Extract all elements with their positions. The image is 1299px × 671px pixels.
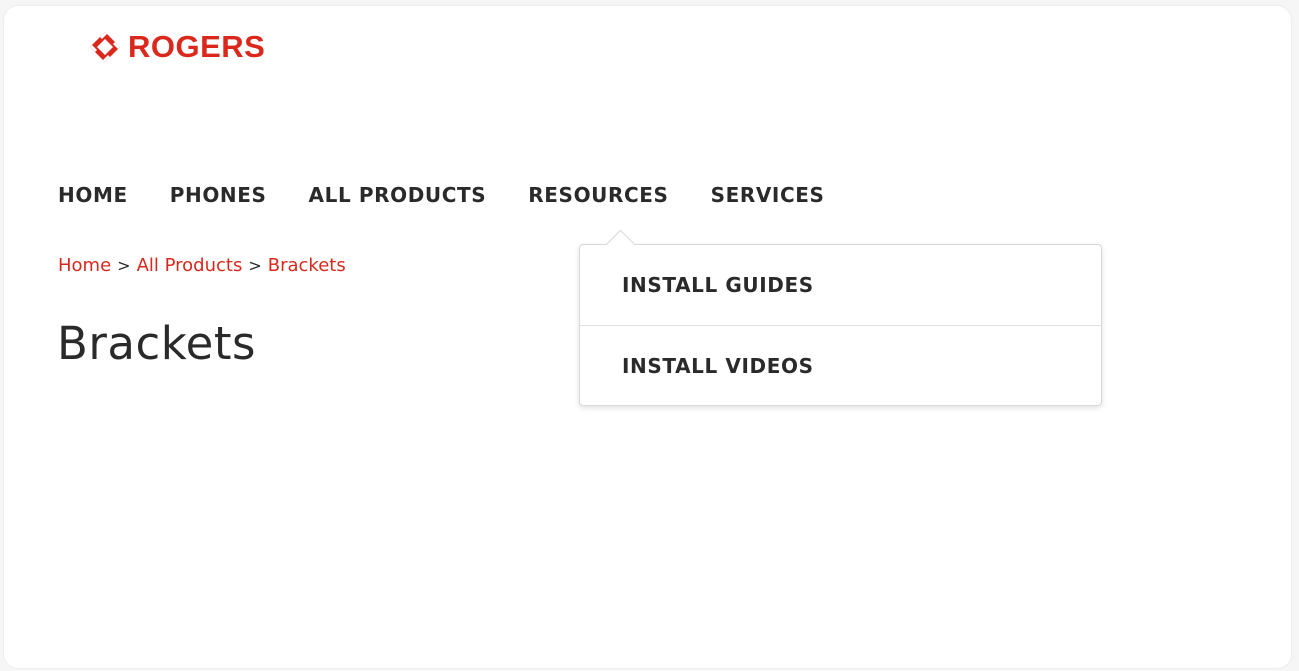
rogers-logo[interactable]: ROGERS [88, 30, 265, 64]
breadcrumb-link-all-products[interactable]: All Products [137, 255, 243, 276]
breadcrumb-separator: > [248, 256, 262, 275]
nav-item-all-products[interactable]: ALL PRODUCTS [309, 182, 487, 208]
breadcrumb-separator: > [117, 256, 131, 275]
rogers-swirl-logo-icon [88, 30, 122, 64]
breadcrumb: Home > All Products > Brackets [58, 255, 346, 277]
nav-item-services[interactable]: SERVICES [711, 182, 825, 208]
page-container: ROGERS HOME PHONES ALL PRODUCTS RESOURCE… [4, 6, 1291, 668]
breadcrumb-link-home[interactable]: Home [58, 255, 111, 276]
menu-item-install-videos[interactable]: INSTALL VIDEOS [580, 325, 1101, 405]
menu-item-install-guides[interactable]: INSTALL GUIDES [580, 245, 1101, 325]
main-nav: HOME PHONES ALL PRODUCTS RESOURCES SERVI… [58, 182, 867, 208]
nav-item-resources[interactable]: RESOURCES [528, 182, 668, 208]
rogers-wordmark: ROGERS [128, 29, 266, 64]
resources-dropdown-menu: INSTALL GUIDES INSTALL VIDEOS [579, 229, 1102, 406]
page-title: Brackets [57, 317, 256, 370]
clipped-content-area [4, 409, 1291, 668]
nav-item-home[interactable]: HOME [58, 182, 128, 208]
breadcrumb-link-brackets[interactable]: Brackets [268, 255, 346, 276]
nav-item-phones[interactable]: PHONES [170, 182, 267, 208]
